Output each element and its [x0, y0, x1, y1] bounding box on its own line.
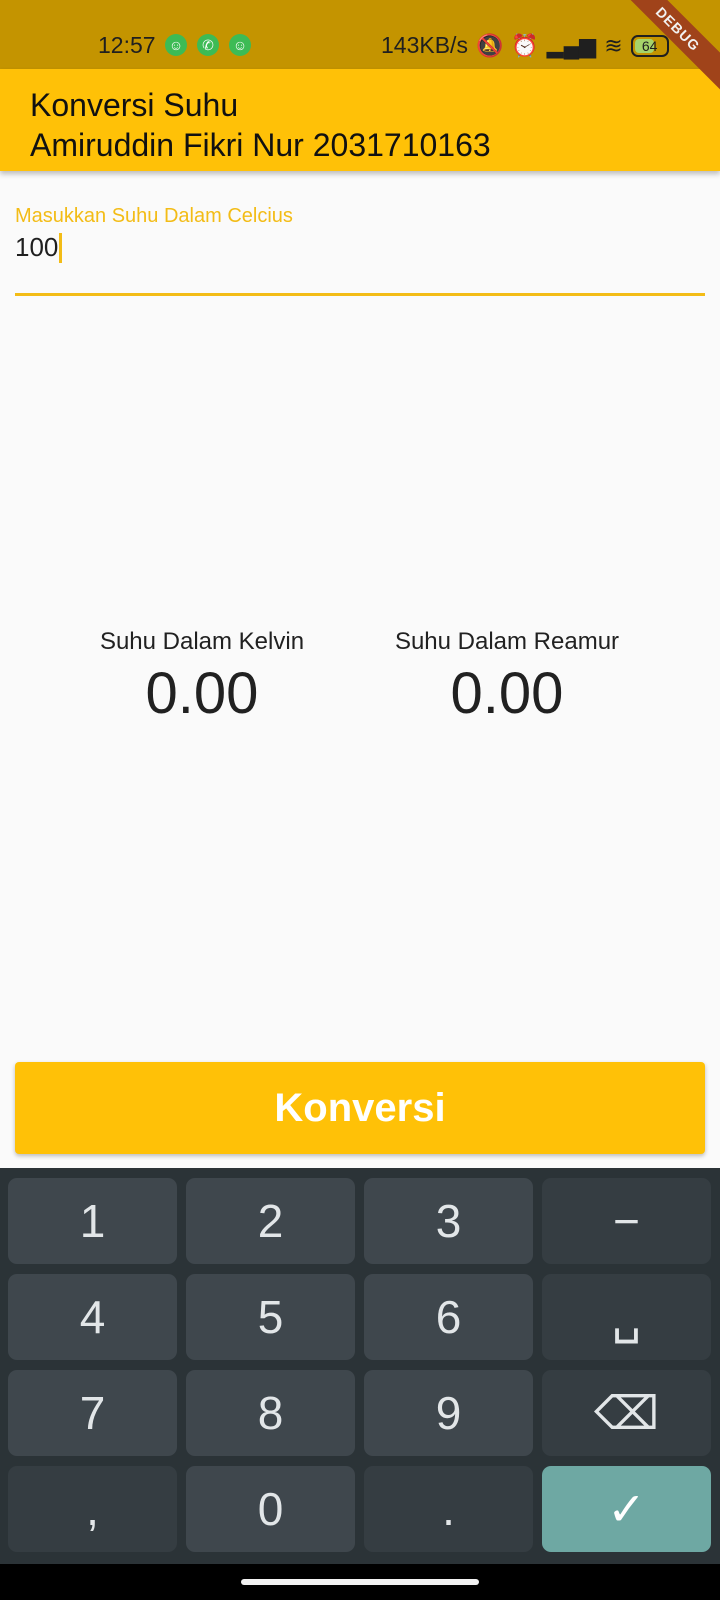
battery-level: 64	[641, 37, 658, 54]
kelvin-result: Suhu Dalam Kelvin 0.00	[72, 628, 332, 727]
signal-icon: ▂▄▆	[546, 32, 597, 58]
konversi-button[interactable]: Konversi	[15, 1062, 705, 1154]
status-right: 143KB/s 🔕 ⏰ ▂▄▆ ≋ 64	[381, 32, 669, 59]
input-underline	[15, 293, 705, 296]
kelvin-value: 0.00	[145, 661, 259, 726]
app-notification-icon: ☺	[229, 34, 251, 56]
app-title-line2: Amiruddin Fikri Nur 2031710163	[30, 127, 491, 163]
alarm-icon: ⏰	[511, 32, 539, 58]
status-time: 12:57	[98, 32, 156, 58]
numeric-keyboard: 1 2 3 − 4 5 6 ␣ 7 8 9 ⌫ , 0 . ✓	[0, 1168, 720, 1564]
key-5[interactable]: 5	[186, 1274, 355, 1360]
key-2[interactable]: 2	[186, 1178, 355, 1264]
whatsapp-icon: ✆	[197, 34, 219, 56]
key-6[interactable]: 6	[364, 1274, 533, 1360]
mute-bell-icon: 🔕	[475, 32, 504, 58]
key-0[interactable]: 0	[186, 1466, 355, 1552]
app-bar: Konversi Suhu Amiruddin Fikri Nur 203171…	[0, 69, 720, 171]
text-cursor	[59, 232, 63, 263]
key-1[interactable]: 1	[8, 1178, 177, 1264]
notification-icons: ☺ ✆ ☺	[165, 34, 251, 56]
reamur-result: Suhu Dalam Reamur 0.00	[377, 628, 637, 727]
key-period[interactable]: .	[364, 1466, 533, 1552]
network-speed: 143KB/s	[381, 32, 468, 58]
key-backspace[interactable]: ⌫	[542, 1370, 711, 1456]
app-notification-icon: ☺	[165, 34, 187, 56]
reamur-label: Suhu Dalam Reamur	[394, 628, 620, 655]
key-minus[interactable]: −	[542, 1178, 711, 1264]
celsius-input-label: Masukkan Suhu Dalam Celcius	[15, 205, 293, 227]
key-8[interactable]: 8	[186, 1370, 355, 1456]
status-bar: 12:57 ☺ ✆ ☺ 143KB/s 🔕 ⏰ ▂▄▆ ≋ 64	[0, 0, 720, 69]
key-space[interactable]: ␣	[542, 1274, 711, 1360]
key-7[interactable]: 7	[8, 1370, 177, 1456]
reamur-value: 0.00	[450, 661, 564, 726]
kelvin-label: Suhu Dalam Kelvin	[99, 628, 305, 655]
key-enter[interactable]: ✓	[542, 1466, 711, 1552]
celsius-input[interactable]: 100	[15, 232, 705, 263]
key-comma[interactable]: ,	[8, 1466, 177, 1552]
key-3[interactable]: 3	[364, 1178, 533, 1264]
wifi-icon: ≋	[604, 32, 623, 58]
battery-icon: 64	[630, 34, 669, 57]
key-9[interactable]: 9	[364, 1370, 533, 1456]
key-4[interactable]: 4	[8, 1274, 177, 1360]
app-title: Konversi Suhu Amiruddin Fikri Nur 203171…	[30, 85, 491, 165]
celsius-input-field[interactable]: Masukkan Suhu Dalam Celcius 100	[15, 205, 705, 297]
celsius-input-value: 100	[15, 232, 59, 262]
app-title-line1: Konversi Suhu	[30, 87, 239, 123]
navigation-bar	[0, 1564, 720, 1600]
home-gesture-handle[interactable]	[241, 1579, 479, 1585]
